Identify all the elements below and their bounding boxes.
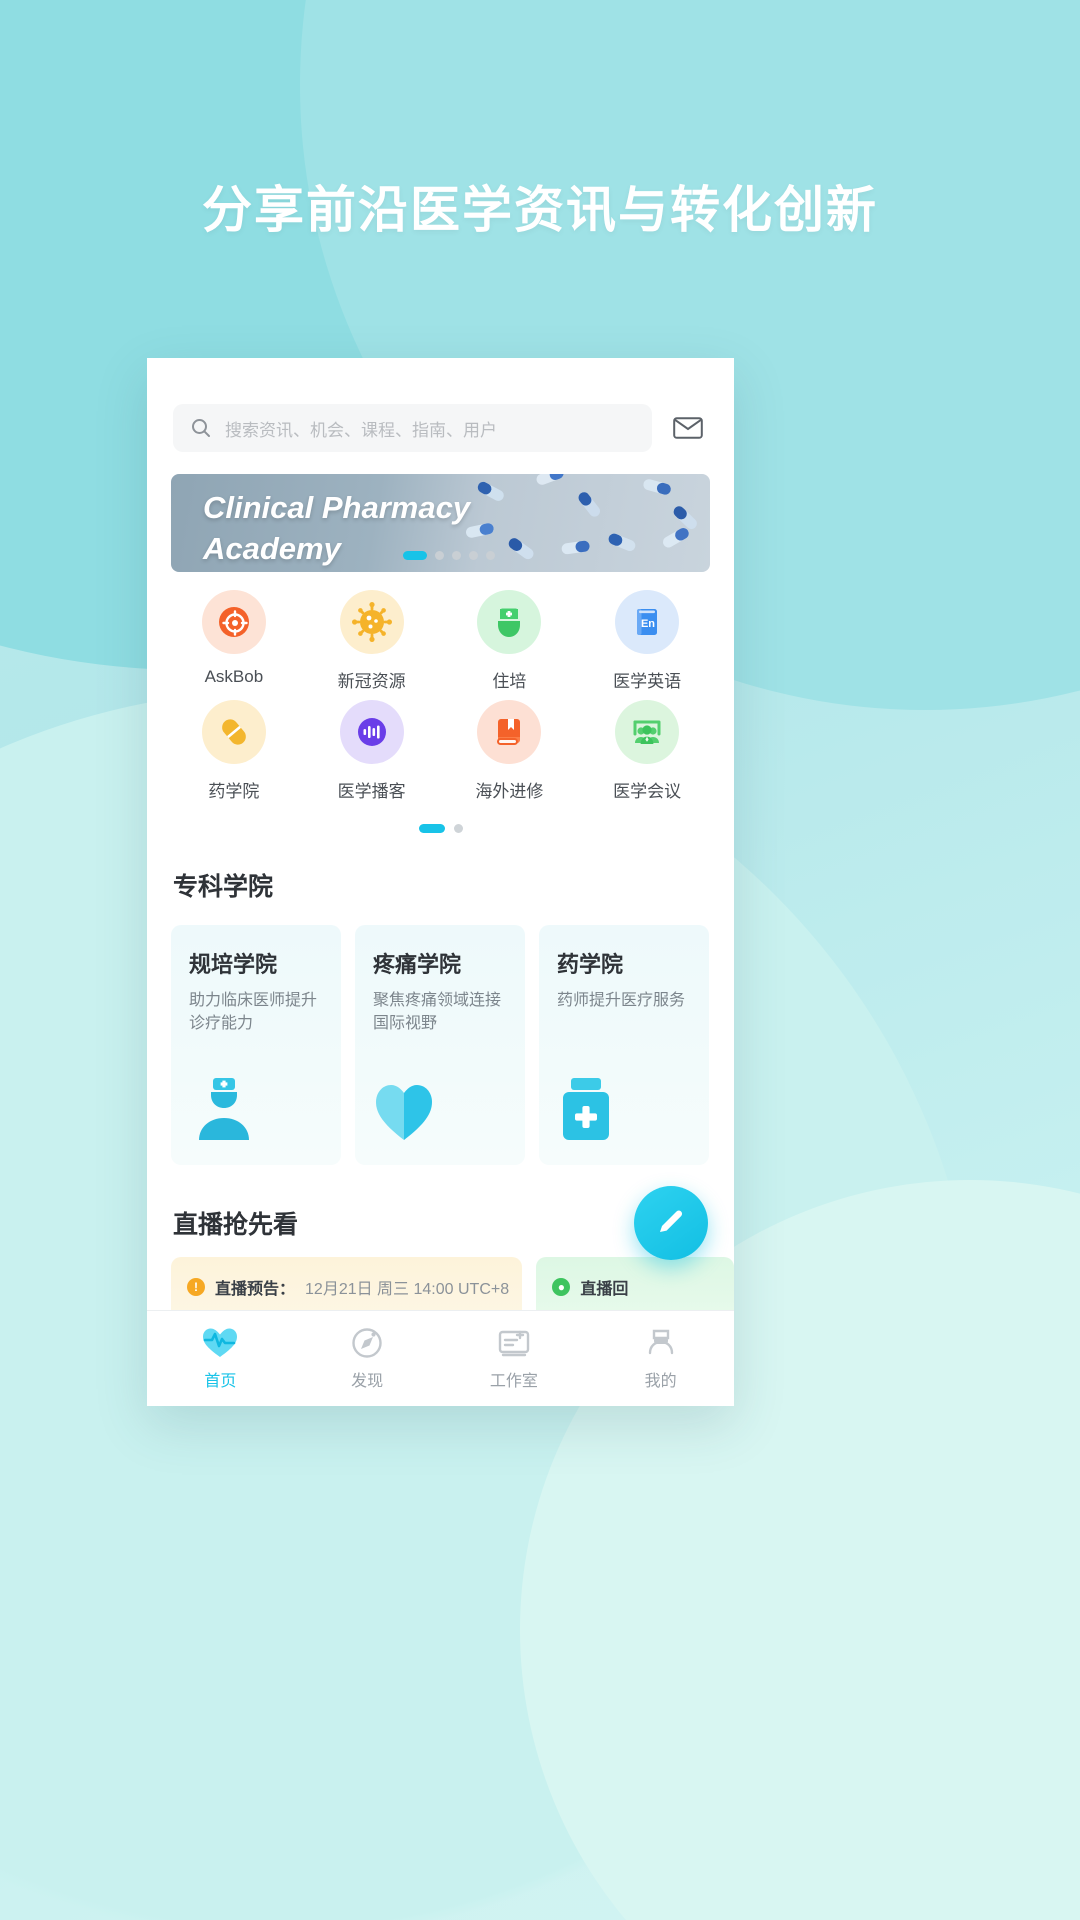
edit-pencil-icon bbox=[660, 1210, 683, 1232]
tab-home[interactable]: 首页 bbox=[147, 1327, 294, 1391]
heart-pulse-icon bbox=[203, 1328, 238, 1357]
academy-card-title: 药学院 bbox=[557, 952, 624, 977]
quick-entry-medical-english[interactable]: En 医学英语 bbox=[578, 590, 716, 692]
live-card[interactable]: ● 直播回 bbox=[536, 1257, 734, 1317]
meeting-icon-wrap bbox=[615, 700, 680, 764]
nurse-cap-icon-wrap bbox=[477, 590, 542, 654]
target-icon bbox=[218, 607, 249, 637]
compass-icon bbox=[352, 1327, 382, 1358]
tab-workspace[interactable]: 工作室 bbox=[441, 1327, 588, 1391]
svg-text:En: En bbox=[641, 618, 655, 630]
search-row: 搜索资讯、机会、课程、指南、用户 bbox=[147, 358, 734, 452]
banner-title-line1: Clinical Pharmacy bbox=[203, 490, 471, 525]
quick-entry-grid: AskBob 新冠资源 住培 En 医学英语 药学院 医学播客 海外进修 医学会… bbox=[147, 572, 734, 802]
live-card-list: ! 直播预告： 12月21日 周三 14:00 UTC+8 ● 直播回 bbox=[147, 1241, 734, 1317]
academy-card[interactable]: 疼痛学院 聚焦疼痛领域连接国际视野 bbox=[355, 925, 525, 1165]
live-card-meta: 12月21日 周三 14:00 UTC+8 bbox=[305, 1281, 510, 1298]
search-input[interactable]: 搜索资讯、机会、课程、指南、用户 bbox=[173, 404, 652, 452]
tab-mine[interactable]: 我的 bbox=[587, 1327, 734, 1391]
bookmark-book-icon-wrap bbox=[477, 700, 542, 764]
workbench-icon bbox=[498, 1330, 530, 1356]
page-headline: 分享前沿医学资讯与转化创新 bbox=[202, 182, 878, 238]
quick-entry-label: 药学院 bbox=[208, 782, 260, 801]
quick-entry-label: 医学英语 bbox=[613, 672, 682, 691]
tab-label: 工作室 bbox=[489, 1372, 538, 1390]
live-card-label: 直播回 bbox=[580, 1281, 629, 1298]
academy-card-title: 规培学院 bbox=[189, 952, 278, 977]
tab-label: 首页 bbox=[204, 1372, 237, 1390]
mail-icon bbox=[673, 417, 703, 439]
quick-entry-conference[interactable]: 医学会议 bbox=[578, 700, 716, 802]
banner-dot-2[interactable] bbox=[435, 551, 444, 560]
virus-icon-wrap bbox=[339, 590, 404, 654]
nurse-cap-icon bbox=[498, 608, 521, 637]
academy-card-title: 疼痛学院 bbox=[373, 952, 462, 977]
academy-card-desc: 助力临床医师提升诊疗能力 bbox=[189, 992, 318, 1033]
grid-dot-2[interactable] bbox=[453, 824, 463, 833]
live-dot-icon: ● bbox=[552, 1278, 571, 1296]
doctor-icon-wrap bbox=[189, 1072, 259, 1147]
quick-entry-podcast[interactable]: 医学播客 bbox=[303, 700, 441, 802]
medicine-bottle-icon bbox=[563, 1078, 609, 1140]
medicine-bottle-icon-wrap bbox=[557, 1076, 619, 1147]
bookmark-book-icon bbox=[497, 719, 521, 745]
heart-icon bbox=[376, 1085, 432, 1140]
banner-dot-3[interactable] bbox=[452, 551, 461, 560]
bottom-tab-bar: 首页 发现 工作室 我的 bbox=[147, 1310, 734, 1406]
academy-card[interactable]: 规培学院 助力临床医师提升诊疗能力 bbox=[171, 925, 341, 1165]
banner-pagination[interactable] bbox=[403, 551, 495, 560]
virus-icon bbox=[351, 602, 392, 642]
heart-icon-wrap bbox=[373, 1082, 435, 1147]
search-icon bbox=[192, 419, 210, 437]
target-icon-wrap bbox=[201, 590, 266, 654]
capsule-icon-wrap bbox=[201, 700, 266, 764]
quick-entry-askbob[interactable]: AskBob bbox=[165, 590, 303, 692]
search-placeholder: 搜索资讯、机会、课程、指南、用户 bbox=[225, 420, 497, 440]
meeting-icon bbox=[633, 720, 661, 744]
hero-banner[interactable]: Clinical Pharmacy Academy bbox=[171, 474, 710, 572]
quick-entry-label: 住培 bbox=[492, 672, 527, 691]
quick-entry-label: AskBob bbox=[204, 667, 264, 686]
live-card[interactable]: ! 直播预告： 12月21日 周三 14:00 UTC+8 bbox=[171, 1257, 523, 1317]
banner-dot-5[interactable] bbox=[486, 551, 495, 560]
quick-entry-overseas[interactable]: 海外进修 bbox=[441, 700, 579, 802]
academy-card-desc: 药师提升医疗服务 bbox=[557, 992, 686, 1009]
quick-entry-label: 海外进修 bbox=[475, 782, 544, 801]
waveform-icon-wrap bbox=[339, 700, 404, 764]
app-screen: 搜索资讯、机会、课程、指南、用户 Clinical Pharmacy Acade… bbox=[147, 358, 734, 1406]
person-icon bbox=[648, 1329, 673, 1354]
quick-entry-label: 医学会议 bbox=[613, 782, 682, 801]
tab-discover[interactable]: 发现 bbox=[294, 1327, 441, 1391]
grid-pagination[interactable] bbox=[147, 824, 734, 833]
phone-mockup: 搜索资讯、机会、课程、指南、用户 Clinical Pharmacy Acade… bbox=[147, 358, 734, 1406]
tab-label: 我的 bbox=[644, 1372, 677, 1390]
banner-title-line2: Academy bbox=[203, 530, 341, 566]
academy-card-desc: 聚焦疼痛领域连接国际视野 bbox=[373, 992, 502, 1033]
doctor-icon bbox=[199, 1078, 249, 1140]
capsule-icon bbox=[222, 719, 246, 745]
academy-card-list: 规培学院 助力临床医师提升诊疗能力 疼痛学院 聚焦疼痛领域连接国际视野 药学院 … bbox=[147, 903, 734, 1165]
banner-dot-1[interactable] bbox=[403, 551, 427, 560]
banner-dot-4[interactable] bbox=[469, 551, 478, 560]
quick-entry-label: 新冠资源 bbox=[337, 672, 406, 691]
section-title-academies: 专科学院 bbox=[173, 873, 274, 901]
tab-label: 发现 bbox=[351, 1372, 384, 1390]
grid-dot-1[interactable] bbox=[418, 824, 445, 833]
quick-entry-pharmacy-academy[interactable]: 药学院 bbox=[165, 700, 303, 802]
en-book-icon: En bbox=[637, 609, 658, 635]
live-card-label: 直播预告： bbox=[215, 1281, 296, 1298]
quick-entry-label: 医学播客 bbox=[337, 782, 406, 801]
quick-entry-residency[interactable]: 住培 bbox=[441, 590, 579, 692]
en-book-icon-wrap: En bbox=[615, 590, 680, 654]
alert-icon: ! bbox=[187, 1278, 205, 1296]
academy-card[interactable]: 药学院 药师提升医疗服务 bbox=[539, 925, 709, 1165]
compose-fab-button[interactable] bbox=[634, 1186, 708, 1260]
waveform-icon bbox=[357, 718, 386, 746]
quick-entry-covid[interactable]: 新冠资源 bbox=[303, 590, 441, 692]
mail-button[interactable] bbox=[668, 408, 708, 448]
